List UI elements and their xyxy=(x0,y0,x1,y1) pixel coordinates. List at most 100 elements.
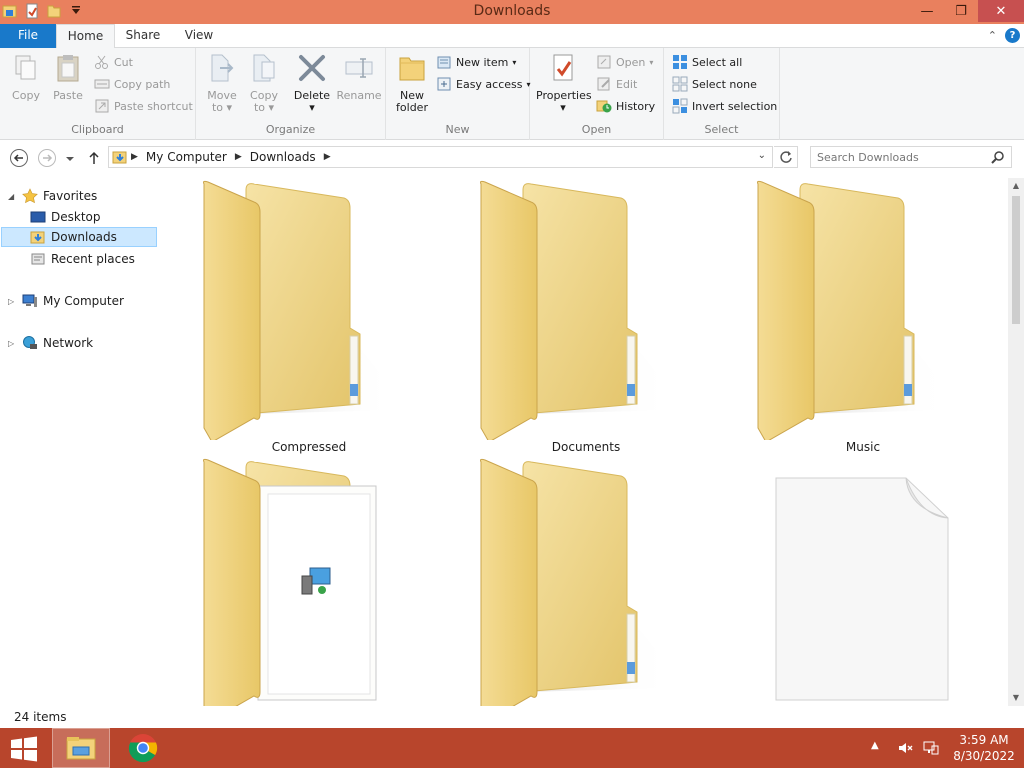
copy-icon xyxy=(15,55,36,80)
windows-start-icon[interactable] xyxy=(10,736,38,762)
minimize-ribbon-icon[interactable]: ⌃ xyxy=(988,29,997,42)
title-bar[interactable]: Downloads — ❐ ✕ xyxy=(0,0,1024,24)
invert-selection-button[interactable]: Invert selection xyxy=(672,96,777,116)
new-item-button[interactable]: New item ▾ xyxy=(436,52,516,72)
clock-time: 3:59 AM xyxy=(959,733,1009,747)
recent-places-icon xyxy=(31,253,45,265)
edit-label: Edit xyxy=(616,77,638,91)
navigation-pane: ◢ Favorites Desktop Downloads Recent pla… xyxy=(0,178,158,706)
recent-locations-chevron-down-icon[interactable] xyxy=(63,148,77,168)
star-icon xyxy=(22,188,38,204)
nav-label-downloads: Downloads xyxy=(51,230,117,244)
delete-x-icon xyxy=(299,55,325,81)
rename-button[interactable]: Rename xyxy=(336,52,382,102)
back-icon[interactable] xyxy=(9,148,29,168)
tab-file[interactable]: File xyxy=(0,24,56,48)
refresh-button[interactable] xyxy=(774,146,798,168)
file-explorer-icon xyxy=(66,737,96,760)
paste-button[interactable]: Paste xyxy=(48,52,88,102)
expand-triangle-icon[interactable]: ▷ xyxy=(8,339,17,348)
open-icon xyxy=(597,55,611,69)
nav-item-network[interactable]: ▷ Network xyxy=(8,333,93,353)
breadcrumb-chevron-icon[interactable]: ▶ xyxy=(235,152,242,162)
tab-view[interactable]: View xyxy=(176,24,222,48)
delete-button[interactable]: Delete ▾ xyxy=(292,52,332,113)
close-button[interactable]: ✕ xyxy=(978,0,1024,22)
taskbar-chrome[interactable] xyxy=(114,728,172,768)
breadcrumb-downloads[interactable]: Downloads xyxy=(250,150,316,164)
nav-item-my-computer[interactable]: ▷ My Computer xyxy=(8,291,124,311)
nav-label-network: Network xyxy=(43,336,94,350)
desktop-icon xyxy=(30,211,46,223)
folder-item[interactable]: Documents xyxy=(461,178,711,458)
show-hidden-icons-icon[interactable]: ▲ xyxy=(871,740,887,756)
open-group: Properties ▾ Open ▾ Edit History Open xyxy=(530,48,664,140)
expand-triangle-icon[interactable]: ▷ xyxy=(8,297,17,306)
move-to-button[interactable]: Move to ▾ xyxy=(202,52,242,113)
open-button[interactable]: Open ▾ xyxy=(596,52,653,72)
copy-to-button[interactable]: Copy to ▾ xyxy=(244,52,284,113)
downloads-folder-icon xyxy=(112,151,127,164)
folder-icon xyxy=(203,180,394,440)
copy-label: Copy xyxy=(12,89,40,102)
window-title: Downloads xyxy=(473,3,551,19)
nav-label-favorites: Favorites xyxy=(43,189,98,203)
move-to-icon xyxy=(211,54,234,82)
tab-share[interactable]: Share xyxy=(118,24,168,48)
edit-icon xyxy=(597,77,610,91)
taskbar-file-explorer[interactable] xyxy=(52,728,110,768)
organize-group-label: Organize xyxy=(265,123,316,136)
speaker-muted-icon[interactable] xyxy=(897,740,913,756)
select-all-icon xyxy=(673,55,687,69)
cut-button[interactable]: Cut xyxy=(94,52,133,72)
breadcrumb-chevron-icon[interactable]: ▶ xyxy=(324,152,331,162)
properties-button[interactable]: Properties ▾ xyxy=(536,52,592,113)
edit-button[interactable]: Edit xyxy=(596,74,637,94)
folder-item[interactable]: Compressed xyxy=(184,178,434,458)
nav-item-favorites[interactable]: ◢ Favorites xyxy=(8,186,97,206)
nav-item-downloads[interactable]: Downloads xyxy=(1,227,157,247)
scroll-thumb[interactable] xyxy=(1012,196,1020,324)
easy-access-button[interactable]: Easy access ▾ xyxy=(436,74,531,94)
copy-button[interactable]: Copy xyxy=(6,52,46,102)
invert-selection-icon xyxy=(672,98,688,114)
help-icon[interactable]: ? xyxy=(1005,28,1020,43)
copy-path-button[interactable]: Copy path xyxy=(94,74,170,94)
clock[interactable]: 3:59 AM 8/30/2022 xyxy=(944,732,1024,764)
restore-button[interactable]: ❐ xyxy=(944,0,978,22)
search-icon[interactable] xyxy=(991,150,1005,164)
file-list: Compressed Documents Music xyxy=(160,178,1008,706)
select-group-label: Select xyxy=(704,123,739,136)
minimize-button[interactable]: — xyxy=(910,0,944,22)
collapse-triangle-icon[interactable]: ◢ xyxy=(8,192,17,201)
search-box xyxy=(810,146,1012,168)
vertical-scrollbar[interactable]: ▲ ▼ xyxy=(1008,178,1024,706)
address-dropdown-chevron-icon[interactable]: ⌄ xyxy=(758,150,766,161)
new-item-icon xyxy=(437,56,451,69)
paste-shortcut-button[interactable]: Paste shortcut xyxy=(94,96,193,116)
nav-item-desktop[interactable]: Desktop xyxy=(30,207,101,227)
easy-access-label: Easy access xyxy=(456,77,523,91)
select-none-icon xyxy=(672,76,688,92)
select-none-button[interactable]: Select none xyxy=(672,74,757,94)
folder-item[interactable]: Music xyxy=(738,178,988,458)
new-folder-button[interactable]: New folder xyxy=(392,52,432,113)
network-status-icon[interactable] xyxy=(923,740,939,756)
scroll-down-icon[interactable]: ▼ xyxy=(1008,690,1024,706)
breadcrumb-chevron-icon[interactable]: ▶ xyxy=(131,152,138,162)
breadcrumb: ▶ My Computer ▶ Downloads ▶ xyxy=(131,150,331,164)
forward-icon[interactable] xyxy=(37,148,57,168)
up-arrow-icon[interactable] xyxy=(86,148,102,168)
history-button[interactable]: History xyxy=(596,96,655,116)
nav-item-recent-places[interactable]: Recent places xyxy=(30,249,135,269)
select-all-button[interactable]: Select all xyxy=(672,52,742,72)
breadcrumb-my-computer[interactable]: My Computer xyxy=(146,150,227,164)
file-item[interactable] xyxy=(738,456,988,706)
select-all-label: Select all xyxy=(692,55,743,69)
scroll-up-icon[interactable]: ▲ xyxy=(1008,178,1024,194)
search-input[interactable] xyxy=(811,147,986,167)
folder-item[interactable] xyxy=(461,456,711,706)
tab-home[interactable]: Home xyxy=(56,24,115,49)
address-bar[interactable]: ▶ My Computer ▶ Downloads ▶ ⌄ xyxy=(108,146,773,168)
folder-item[interactable] xyxy=(184,456,434,706)
